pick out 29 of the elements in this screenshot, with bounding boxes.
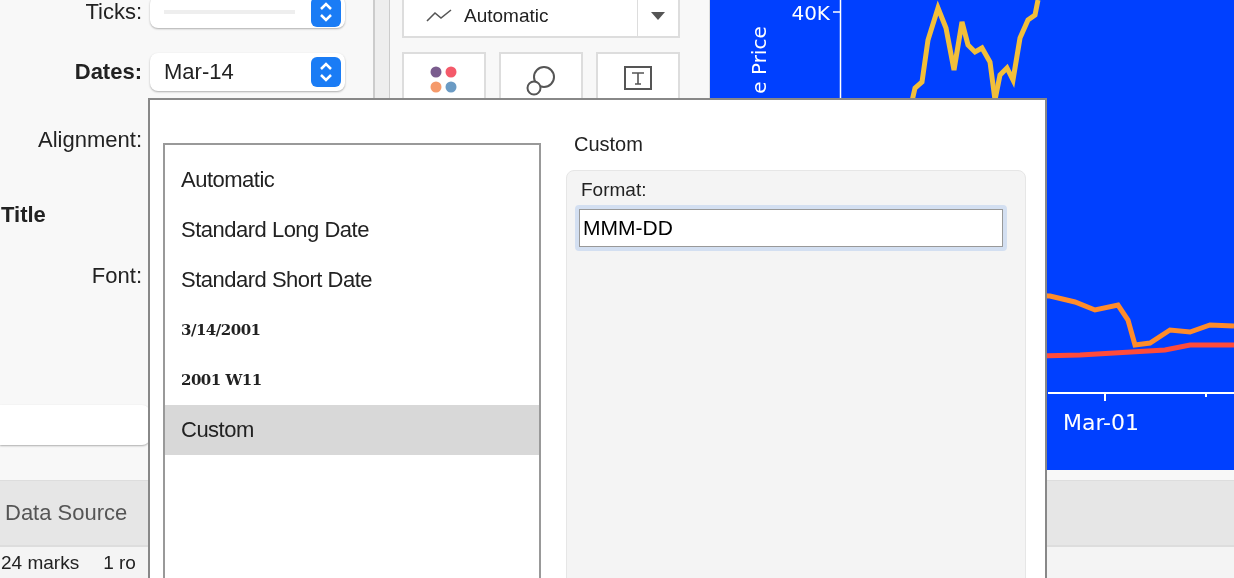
list-item[interactable]: Standard Short Date [165,255,539,305]
field-label: Alignment: [37,127,142,153]
field-label: Dates: [73,59,142,85]
axis-tick-label: 40K [791,1,830,25]
field-label: Font: [90,263,142,289]
caret-icon [651,11,665,20]
text-icon [624,66,652,90]
circles-icon [526,66,556,96]
field-label: Format: [581,179,648,201]
axis-tick-label: Mar-01 [1063,410,1140,435]
color-dots-icon [430,66,458,94]
sheet-tab[interactable]: Data Source [0,499,134,527]
line-chart-icon [426,8,452,23]
status-text: 1 ro [103,551,136,574]
format-input[interactable]: MMM-DD [575,205,1007,251]
list-item[interactable]: Automatic [165,155,539,205]
list-item[interactable]: 2001 W11 [165,355,539,405]
mark-type-dropdown[interactable]: Automatic [402,0,680,38]
stepper-icon [311,57,341,87]
section-title: Custom [574,133,644,156]
section-heading: Title [1,202,46,228]
axis-title: e Price [747,26,771,94]
ticks-select[interactable] [150,0,345,28]
list-item[interactable]: Standard Long Date [165,205,539,255]
dates-select[interactable]: Mar-14 [150,53,345,91]
status-text: 24 marks [1,551,80,574]
field-label: Ticks: [84,0,142,25]
list-item[interactable]: Custom [165,405,539,455]
list-item[interactable]: 3/14/2001 [165,305,539,355]
